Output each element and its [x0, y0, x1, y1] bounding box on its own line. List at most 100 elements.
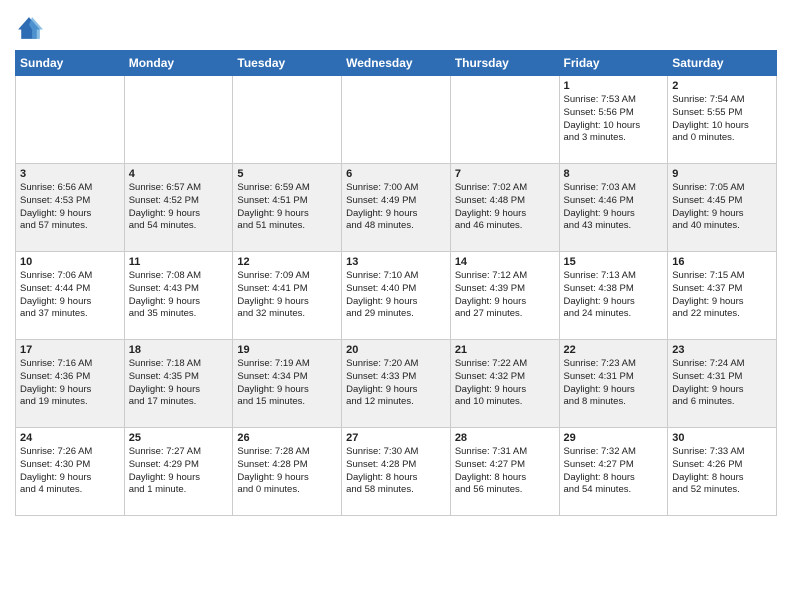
- day-number: 24: [20, 432, 120, 444]
- day-number: 14: [455, 256, 555, 268]
- day-number: 21: [455, 344, 555, 356]
- calendar-week-1: 1 Sunrise: 7:53 AM Sunset: 5:56 PM Daylig…: [16, 76, 777, 164]
- day-info: Sunrise: 7:05 AM Sunset: 4:45 PM Dayligh…: [672, 182, 772, 233]
- day-info: Sunrise: 7:30 AM Sunset: 4:28 PM Dayligh…: [346, 446, 446, 497]
- calendar-cell: 19 Sunrise: 7:19 AM Sunset: 4:34 PM Dayli…: [233, 340, 342, 428]
- day-number: 25: [129, 432, 229, 444]
- calendar-cell: 25 Sunrise: 7:27 AM Sunset: 4:29 PM Dayli…: [124, 428, 233, 516]
- day-number: 3: [20, 168, 120, 180]
- day-info: Sunrise: 7:26 AM Sunset: 4:30 PM Dayligh…: [20, 446, 120, 497]
- day-number: 11: [129, 256, 229, 268]
- weekday-header-friday: Friday: [559, 51, 668, 76]
- calendar-cell: 28 Sunrise: 7:31 AM Sunset: 4:27 PM Dayli…: [450, 428, 559, 516]
- day-info: Sunrise: 7:08 AM Sunset: 4:43 PM Dayligh…: [129, 270, 229, 321]
- calendar-cell: 29 Sunrise: 7:32 AM Sunset: 4:27 PM Dayli…: [559, 428, 668, 516]
- calendar-cell: 2Sunrise: 7:54 AM Sunset: 5:55 PM Daylig…: [668, 76, 777, 164]
- day-number: 7: [455, 168, 555, 180]
- day-info: Sunrise: 7:02 AM Sunset: 4:48 PM Dayligh…: [455, 182, 555, 233]
- day-info: Sunrise: 7:10 AM Sunset: 4:40 PM Dayligh…: [346, 270, 446, 321]
- calendar-header: SundayMondayTuesdayWednesdayThursdayFrid…: [16, 51, 777, 76]
- calendar-cell: 9Sunrise: 7:05 AM Sunset: 4:45 PM Daylig…: [668, 164, 777, 252]
- calendar-cell: 7 Sunrise: 7:02 AM Sunset: 4:48 PM Daylig…: [450, 164, 559, 252]
- calendar-cell: 27 Sunrise: 7:30 AM Sunset: 4:28 PM Dayli…: [342, 428, 451, 516]
- day-number: 29: [564, 432, 664, 444]
- calendar-cell: 13 Sunrise: 7:10 AM Sunset: 4:40 PM Dayli…: [342, 252, 451, 340]
- calendar-body: 1 Sunrise: 7:53 AM Sunset: 5:56 PM Daylig…: [16, 76, 777, 516]
- weekday-header-thursday: Thursday: [450, 51, 559, 76]
- day-number: 16: [672, 256, 772, 268]
- calendar-cell: 17Sunrise: 7:16 AM Sunset: 4:36 PM Dayli…: [16, 340, 125, 428]
- day-info: Sunrise: 7:24 AM Sunset: 4:31 PM Dayligh…: [672, 358, 772, 409]
- calendar-cell: 16 Sunrise: 7:15 AM Sunset: 4:37 PM Dayli…: [668, 252, 777, 340]
- day-number: 13: [346, 256, 446, 268]
- day-info: Sunrise: 6:57 AM Sunset: 4:52 PM Dayligh…: [129, 182, 229, 233]
- day-info: Sunrise: 7:31 AM Sunset: 4:27 PM Dayligh…: [455, 446, 555, 497]
- calendar-cell: [124, 76, 233, 164]
- day-info: Sunrise: 7:27 AM Sunset: 4:29 PM Dayligh…: [129, 446, 229, 497]
- calendar-cell: [450, 76, 559, 164]
- calendar-cell: 23 Sunrise: 7:24 AM Sunset: 4:31 PM Dayli…: [668, 340, 777, 428]
- calendar-cell: 21 Sunrise: 7:22 AM Sunset: 4:32 PM Dayli…: [450, 340, 559, 428]
- day-info: Sunrise: 7:12 AM Sunset: 4:39 PM Dayligh…: [455, 270, 555, 321]
- day-info: Sunrise: 7:16 AM Sunset: 4:36 PM Dayligh…: [20, 358, 120, 409]
- day-number: 22: [564, 344, 664, 356]
- day-number: 18: [129, 344, 229, 356]
- day-number: 15: [564, 256, 664, 268]
- calendar-cell: [342, 76, 451, 164]
- calendar-cell: 4 Sunrise: 6:57 AM Sunset: 4:52 PM Daylig…: [124, 164, 233, 252]
- weekday-header-tuesday: Tuesday: [233, 51, 342, 76]
- day-info: Sunrise: 7:53 AM Sunset: 5:56 PM Dayligh…: [564, 94, 664, 145]
- day-info: Sunrise: 7:32 AM Sunset: 4:27 PM Dayligh…: [564, 446, 664, 497]
- weekday-header-monday: Monday: [124, 51, 233, 76]
- calendar-cell: 30 Sunrise: 7:33 AM Sunset: 4:26 PM Dayli…: [668, 428, 777, 516]
- calendar-cell: 18 Sunrise: 7:18 AM Sunset: 4:35 PM Dayli…: [124, 340, 233, 428]
- calendar-cell: 22Sunrise: 7:23 AM Sunset: 4:31 PM Dayli…: [559, 340, 668, 428]
- day-info: Sunrise: 7:18 AM Sunset: 4:35 PM Dayligh…: [129, 358, 229, 409]
- day-number: 30: [672, 432, 772, 444]
- calendar-week-2: 3 Sunrise: 6:56 AM Sunset: 4:53 PM Daylig…: [16, 164, 777, 252]
- day-info: Sunrise: 6:59 AM Sunset: 4:51 PM Dayligh…: [237, 182, 337, 233]
- weekday-header-saturday: Saturday: [668, 51, 777, 76]
- day-number: 28: [455, 432, 555, 444]
- day-info: Sunrise: 7:33 AM Sunset: 4:26 PM Dayligh…: [672, 446, 772, 497]
- calendar-week-3: 10 Sunrise: 7:06 AM Sunset: 4:44 PM Dayli…: [16, 252, 777, 340]
- calendar-cell: [233, 76, 342, 164]
- calendar-cell: 6 Sunrise: 7:00 AM Sunset: 4:49 PM Daylig…: [342, 164, 451, 252]
- calendar-cell: 10 Sunrise: 7:06 AM Sunset: 4:44 PM Dayli…: [16, 252, 125, 340]
- day-info: Sunrise: 7:54 AM Sunset: 5:55 PM Dayligh…: [672, 94, 772, 145]
- calendar-cell: 26Sunrise: 7:28 AM Sunset: 4:28 PM Dayli…: [233, 428, 342, 516]
- day-number: 26: [237, 432, 337, 444]
- weekday-header-wednesday: Wednesday: [342, 51, 451, 76]
- calendar-table: SundayMondayTuesdayWednesdayThursdayFrid…: [15, 50, 777, 516]
- day-number: 20: [346, 344, 446, 356]
- calendar-week-5: 24 Sunrise: 7:26 AM Sunset: 4:30 PM Dayli…: [16, 428, 777, 516]
- day-number: 19: [237, 344, 337, 356]
- day-number: 1: [564, 80, 664, 92]
- day-info: Sunrise: 7:20 AM Sunset: 4:33 PM Dayligh…: [346, 358, 446, 409]
- day-number: 10: [20, 256, 120, 268]
- page-header: [15, 10, 777, 42]
- logo: [15, 14, 47, 42]
- day-info: Sunrise: 7:13 AM Sunset: 4:38 PM Dayligh…: [564, 270, 664, 321]
- day-info: Sunrise: 6:56 AM Sunset: 4:53 PM Dayligh…: [20, 182, 120, 233]
- day-info: Sunrise: 7:06 AM Sunset: 4:44 PM Dayligh…: [20, 270, 120, 321]
- calendar-cell: [16, 76, 125, 164]
- calendar-cell: 15 Sunrise: 7:13 AM Sunset: 4:38 PM Dayli…: [559, 252, 668, 340]
- calendar-week-4: 17Sunrise: 7:16 AM Sunset: 4:36 PM Dayli…: [16, 340, 777, 428]
- weekday-header-sunday: Sunday: [16, 51, 125, 76]
- day-info: Sunrise: 7:22 AM Sunset: 4:32 PM Dayligh…: [455, 358, 555, 409]
- day-number: 4: [129, 168, 229, 180]
- calendar-cell: 12 Sunrise: 7:09 AM Sunset: 4:41 PM Dayli…: [233, 252, 342, 340]
- day-info: Sunrise: 7:15 AM Sunset: 4:37 PM Dayligh…: [672, 270, 772, 321]
- day-number: 27: [346, 432, 446, 444]
- calendar-cell: 3 Sunrise: 6:56 AM Sunset: 4:53 PM Daylig…: [16, 164, 125, 252]
- calendar-cell: 24 Sunrise: 7:26 AM Sunset: 4:30 PM Dayli…: [16, 428, 125, 516]
- calendar-cell: 14 Sunrise: 7:12 AM Sunset: 4:39 PM Dayli…: [450, 252, 559, 340]
- day-number: 12: [237, 256, 337, 268]
- day-info: Sunrise: 7:19 AM Sunset: 4:34 PM Dayligh…: [237, 358, 337, 409]
- day-number: 6: [346, 168, 446, 180]
- day-number: 23: [672, 344, 772, 356]
- calendar-cell: 8Sunrise: 7:03 AM Sunset: 4:46 PM Daylig…: [559, 164, 668, 252]
- day-info: Sunrise: 7:00 AM Sunset: 4:49 PM Dayligh…: [346, 182, 446, 233]
- day-info: Sunrise: 7:09 AM Sunset: 4:41 PM Dayligh…: [237, 270, 337, 321]
